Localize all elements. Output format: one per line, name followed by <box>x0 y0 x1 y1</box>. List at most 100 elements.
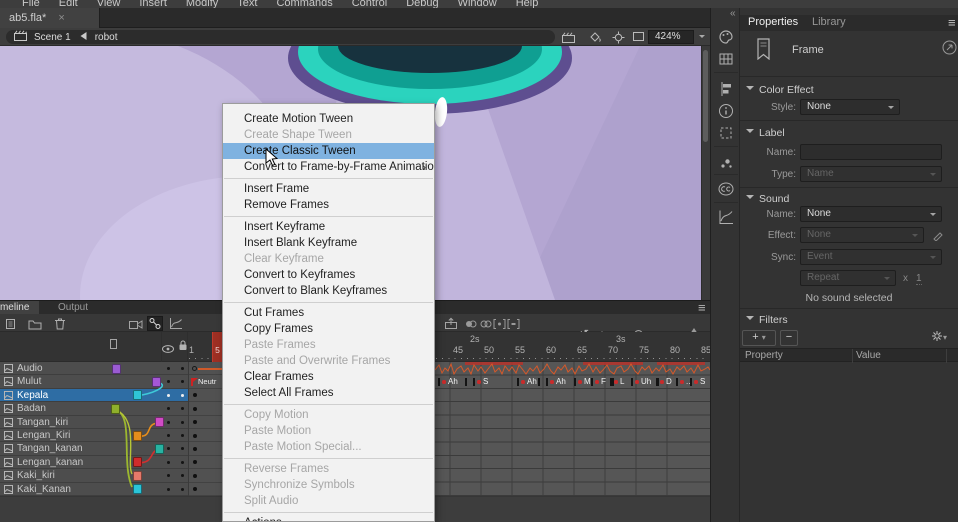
context-menu-item[interactable]: Clear Frames <box>223 369 434 385</box>
section-label[interactable]: Label <box>746 127 785 139</box>
context-menu-item[interactable]: Create Motion Tween <box>223 111 434 127</box>
frame-cell[interactable] <box>189 442 223 455</box>
menu-modify[interactable]: Modify <box>186 0 218 1</box>
lock-toggle-dot[interactable] <box>181 394 184 397</box>
collapse-panels-icon[interactable]: « <box>730 8 736 19</box>
zoom-dropdown-icon[interactable] <box>699 35 705 41</box>
transform-panel-icon[interactable] <box>717 124 735 142</box>
parent-chip[interactable] <box>152 377 161 387</box>
outline-toggle-dot[interactable] <box>167 367 170 370</box>
frame-cell[interactable] <box>189 389 223 402</box>
menu-edit[interactable]: Edit <box>59 0 78 1</box>
parent-chip[interactable] <box>133 390 142 400</box>
lock-toggle-dot[interactable] <box>181 434 184 437</box>
document-tab[interactable]: ab5.fla* × <box>0 8 100 28</box>
menu-insert[interactable]: Insert <box>139 0 167 1</box>
menu-file[interactable]: File <box>22 0 40 1</box>
parent-chip[interactable] <box>111 404 120 414</box>
onion-skin-outlines-icon[interactable] <box>479 317 493 330</box>
frame-cell[interactable] <box>189 469 223 482</box>
parent-chip[interactable] <box>133 484 142 494</box>
outline-toggle-dot[interactable] <box>167 474 170 477</box>
layer-row[interactable]: Lengan_kanan <box>0 456 188 469</box>
style-dropdown[interactable]: None <box>800 99 900 115</box>
context-menu-item[interactable]: Copy Frames <box>223 321 434 337</box>
lock-toggle-dot[interactable] <box>181 421 184 424</box>
color-panel-icon[interactable] <box>717 28 735 46</box>
motion-presets-panel-icon[interactable] <box>717 208 735 226</box>
tab-output[interactable]: Output <box>58 301 88 314</box>
menu-control[interactable]: Control <box>352 0 387 1</box>
layer-row[interactable]: Kaki_Kanan <box>0 483 188 496</box>
context-menu-item[interactable]: Insert Frame <box>223 181 434 197</box>
tab-properties[interactable]: Properties <box>748 16 798 28</box>
cc-libraries-panel-icon[interactable] <box>717 180 735 198</box>
stage-scrollbar-thumb[interactable] <box>703 50 708 142</box>
frame-cell[interactable] <box>189 362 223 375</box>
parent-chip[interactable] <box>133 431 142 441</box>
layer-row[interactable]: Audio <box>0 362 188 375</box>
outline-toggle-dot[interactable] <box>167 421 170 424</box>
crosshair-icon[interactable] <box>612 31 626 43</box>
lock-toggle-dot[interactable] <box>181 380 184 383</box>
properties-panel-menu-icon[interactable]: ≡ <box>948 15 956 30</box>
help-arrow-icon[interactable] <box>942 40 957 60</box>
filter-options-button[interactable]: ▾ <box>924 330 954 346</box>
edit-sound-envelope-icon[interactable] <box>932 228 944 246</box>
close-tab-icon[interactable]: × <box>58 12 64 24</box>
repeat-count-value[interactable]: 1 <box>916 273 922 285</box>
outline-toggle-dot[interactable] <box>167 394 170 397</box>
context-menu-item[interactable]: Create Classic Tween <box>223 143 434 159</box>
context-menu-item[interactable]: Convert to Blank Keyframes <box>223 283 434 299</box>
parent-chip[interactable] <box>133 457 142 467</box>
outline-toggle-dot[interactable] <box>167 407 170 410</box>
frame-cell[interactable] <box>189 416 223 429</box>
frame-cell[interactable] <box>189 456 223 469</box>
brush-library-panel-icon[interactable] <box>717 154 735 172</box>
menu-text[interactable]: Text <box>237 0 257 1</box>
menu-window[interactable]: Window <box>458 0 497 1</box>
layer-row[interactable]: Badan <box>0 402 188 415</box>
tab-library[interactable]: Library <box>812 16 846 28</box>
frame-cell[interactable]: Neutr <box>189 375 223 388</box>
menu-view[interactable]: View <box>97 0 121 1</box>
timeline-panel-menu-icon[interactable]: ≡ <box>698 300 706 315</box>
outline-toggle-dot[interactable] <box>167 380 170 383</box>
context-menu-item[interactable]: Actions <box>223 515 434 522</box>
section-sound[interactable]: Sound <box>746 193 789 205</box>
parent-chip[interactable] <box>155 444 164 454</box>
context-menu-item[interactable]: Select All Frames <box>223 385 434 401</box>
context-menu-item[interactable]: Cut Frames <box>223 305 434 321</box>
context-menu-item[interactable]: Insert Keyframe <box>223 219 434 235</box>
export-frames-icon[interactable] <box>444 317 458 330</box>
breadcrumb-symbol[interactable]: robot <box>95 32 118 43</box>
new-folder-icon[interactable] <box>28 317 42 330</box>
parent-chip[interactable] <box>133 471 142 481</box>
show-hide-all-icon[interactable] <box>162 340 174 358</box>
layer-row[interactable]: Kaki_kiri <box>0 469 188 482</box>
context-menu-item[interactable]: Convert to Frame-by-Frame Animation› <box>223 159 434 175</box>
delete-layer-icon[interactable] <box>54 317 68 330</box>
outline-toggle-dot[interactable] <box>167 461 170 464</box>
menu-help[interactable]: Help <box>516 0 539 1</box>
add-filter-button[interactable]: + ▾ <box>742 330 776 346</box>
modify-markers-icon[interactable] <box>507 317 521 330</box>
section-color-effect[interactable]: Color Effect <box>746 84 814 96</box>
lock-toggle-dot[interactable] <box>181 461 184 464</box>
breadcrumb-scene[interactable]: Scene 1 <box>34 32 71 43</box>
sound-name-dropdown[interactable]: None <box>800 206 942 222</box>
paint-bucket-icon[interactable] <box>588 31 602 43</box>
context-menu-item[interactable]: Insert Blank Keyframe <box>223 235 434 251</box>
parent-chip[interactable] <box>155 417 164 427</box>
lock-toggle-dot[interactable] <box>181 447 184 450</box>
outline-toggle-dot[interactable] <box>167 434 170 437</box>
menu-debug[interactable]: Debug <box>406 0 438 1</box>
lock-toggle-dot[interactable] <box>181 407 184 410</box>
edit-scene-icon[interactable] <box>562 31 576 43</box>
label-name-input[interactable] <box>800 144 942 160</box>
layer-row[interactable]: Kepala <box>0 389 188 402</box>
new-layer-icon[interactable] <box>4 317 18 330</box>
lock-toggle-dot[interactable] <box>181 367 184 370</box>
layer-row[interactable]: Lengan_Kiri <box>0 429 188 442</box>
swatches-panel-icon[interactable] <box>717 50 735 68</box>
